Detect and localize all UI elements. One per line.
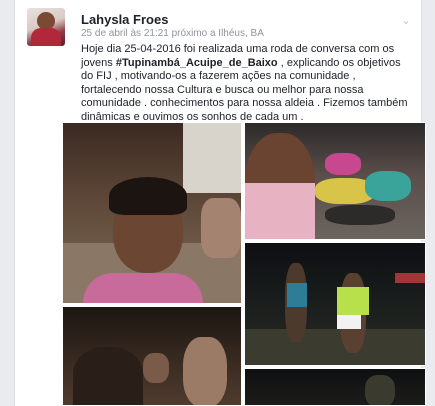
person-right [183, 337, 227, 405]
person-teal [365, 171, 411, 201]
hair [109, 177, 187, 215]
person-child [143, 353, 169, 383]
window-bars [183, 123, 241, 193]
photo-5[interactable] [244, 368, 426, 406]
hashtag-link[interactable]: #Tupinambá_Acuipe_de_Baixo [116, 57, 278, 69]
post-meta[interactable]: 25 de abril às 21:21 próximo a Ilhéus, B… [81, 28, 264, 39]
shadow-figure [365, 375, 395, 405]
photo-3[interactable] [244, 242, 426, 366]
shirt [83, 273, 203, 303]
person-dark [73, 347, 143, 405]
photo-1[interactable] [62, 122, 242, 304]
person-pink [325, 153, 361, 175]
group-shadow [325, 205, 395, 225]
photo-2[interactable] [244, 122, 426, 240]
background-person [201, 198, 241, 258]
shirt [245, 183, 315, 239]
photo-grid [62, 122, 426, 406]
chevron-down-icon[interactable]: ⌄ [399, 14, 413, 28]
avatar[interactable] [27, 8, 65, 46]
photo-4[interactable] [62, 306, 242, 406]
dancer-2-shorts [337, 315, 361, 329]
post-text: Hoje dia 25-04-2016 foi realizada uma ro… [81, 43, 413, 125]
avatar-body [31, 28, 61, 46]
dancer-1-shirt [287, 283, 307, 307]
post-author[interactable]: Lahysla Froes [81, 12, 168, 27]
dancer-2-shirt [337, 287, 369, 315]
ground [245, 329, 425, 365]
red-chairs [395, 273, 425, 283]
